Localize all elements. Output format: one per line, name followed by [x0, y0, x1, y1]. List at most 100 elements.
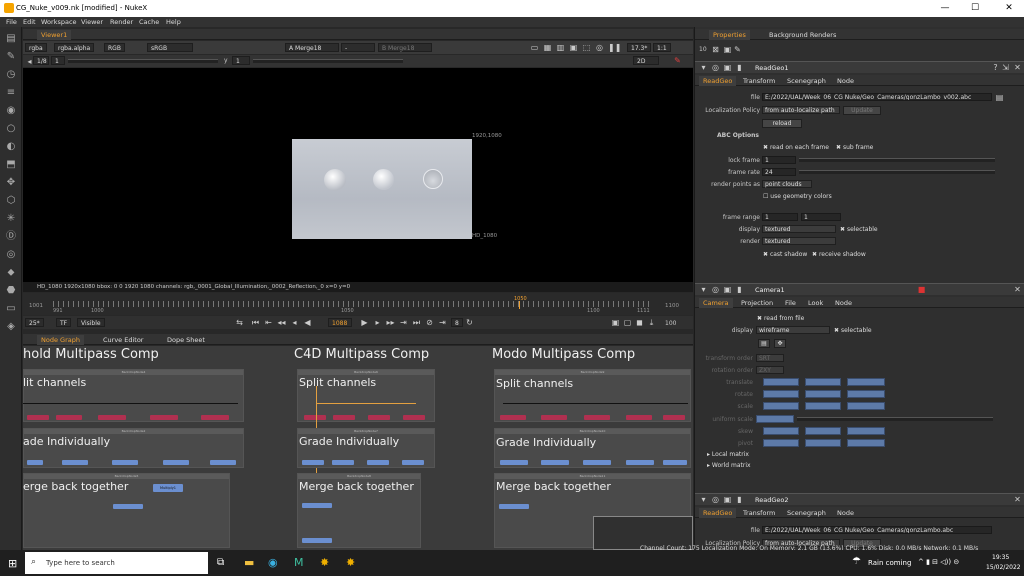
grade-node[interactable] [402, 460, 424, 465]
menu-help[interactable]: Help [166, 18, 181, 26]
transform-order-dropdown[interactable]: SRT [756, 354, 784, 362]
increment-field[interactable]: 8 [451, 318, 463, 327]
grade-node[interactable] [27, 460, 43, 465]
menu-file[interactable]: File [6, 18, 17, 26]
lock-icon[interactable]: ◎ [595, 43, 604, 52]
merge-node[interactable] [499, 504, 529, 509]
tab-node[interactable]: Node [833, 76, 858, 86]
grade-node[interactable] [583, 460, 611, 465]
translate-x[interactable] [763, 378, 799, 386]
lock-panels-icon[interactable]: ▣ [723, 45, 732, 54]
tab-readgeo[interactable]: ReadGeo [699, 76, 737, 86]
shuffle-node[interactable] [541, 415, 567, 420]
viewer-canvas[interactable]: 1920,1080 HD_1080 [23, 68, 693, 282]
shuffle-node[interactable] [333, 415, 355, 420]
time-tool-icon[interactable]: ◷ [5, 69, 17, 81]
menu-render[interactable]: Render [110, 18, 133, 26]
grade-node[interactable] [302, 460, 324, 465]
minimize-button[interactable]: — [930, 1, 960, 16]
use-geometry-colors-checkbox[interactable]: ☐ use geometry colors [763, 193, 832, 200]
frame-rate-slider[interactable] [799, 170, 995, 174]
selectable-checkbox[interactable]: ✖ selectable [840, 226, 878, 233]
local-matrix-toggle[interactable]: ▸ Local matrix [707, 451, 749, 458]
frame-step-field[interactable]: 1 [51, 56, 65, 65]
step-forward-increment-icon[interactable]: ▸▸ [386, 318, 395, 327]
policy-dropdown[interactable]: from auto-localize path [762, 106, 840, 114]
uniform-scale-slider[interactable] [797, 417, 993, 421]
tab-look[interactable]: Look [804, 298, 827, 308]
paint-icon[interactable]: ✎ [673, 56, 682, 65]
bounce-icon[interactable]: ↻ [465, 318, 474, 327]
view-node-icon[interactable]: ◎ [711, 495, 720, 504]
skew-y[interactable] [805, 427, 841, 435]
camera1-header[interactable]: ▾ ◎ ▣ ▮ Camera1 ■ ✕ [695, 283, 1024, 295]
snapshot-icon[interactable]: ▣ [569, 43, 578, 52]
overlay-icon[interactable]: ⬚ [582, 43, 591, 52]
node-graph[interactable]: hold Multipass Comp C4D Multipass Comp M… [23, 346, 693, 550]
start-icon[interactable]: ⊞ [8, 557, 17, 570]
lut-dropdown[interactable]: sRGB [147, 43, 193, 52]
pin-icon[interactable]: ✎ [733, 45, 742, 54]
gamma-field[interactable]: 1 [232, 56, 250, 65]
node-color-icon[interactable]: ▮ [735, 285, 744, 294]
fps-dropdown[interactable]: 25* [25, 318, 44, 327]
alpha-dropdown[interactable]: rgba.alpha [54, 43, 95, 52]
shuffle-node[interactable] [150, 415, 178, 420]
view-2d-dropdown[interactable]: 2D [633, 56, 659, 65]
axis-button[interactable]: ✥ [774, 339, 786, 348]
shuffle-node[interactable] [403, 415, 425, 420]
prev-key-icon[interactable]: ⇤ [264, 318, 273, 327]
collapse-icon[interactable]: ▾ [699, 63, 708, 72]
frame-range-end[interactable]: 1 [801, 213, 841, 221]
update-button[interactable]: Update [843, 106, 881, 115]
sub-frame-checkbox[interactable]: ✖ sub frame [836, 144, 873, 151]
readgeo2-name[interactable]: ReadGeo2 [755, 496, 788, 504]
camera-selectable-checkbox[interactable]: ✖ selectable [834, 327, 872, 334]
tab-readgeo[interactable]: ReadGeo [699, 508, 737, 518]
skew-z[interactable] [847, 427, 885, 435]
world-matrix-toggle[interactable]: ▸ World matrix [707, 462, 751, 469]
playhead[interactable] [519, 301, 520, 309]
other-tool-icon[interactable]: ▭ [5, 303, 17, 315]
read-each-frame-checkbox[interactable]: ✖ read on each frame [763, 144, 829, 151]
close-panel-icon[interactable]: ✕ [1013, 495, 1022, 504]
grade-node[interactable] [62, 460, 88, 465]
readgeo2-header[interactable]: ▾ ◎ ▣ ▮ ReadGeo2 ✕ [695, 493, 1024, 505]
shuffle-node[interactable] [304, 415, 326, 420]
roi-icon[interactable]: ▦ [543, 43, 552, 52]
tray-icons[interactable]: ^ ▮ ⊟ ◁)) ⊝ [918, 558, 959, 566]
grade-node[interactable] [163, 460, 189, 465]
colorspace-dropdown[interactable]: RGB [104, 43, 125, 52]
metadata-tool-icon[interactable]: ⬥ [5, 267, 17, 279]
maximize-button[interactable]: ☐ [960, 1, 990, 16]
menu-cache[interactable]: Cache [139, 18, 159, 26]
scale-z[interactable] [847, 402, 885, 410]
channels-dropdown[interactable]: rgba [25, 43, 47, 52]
play-backward-icon[interactable]: ◀ [303, 318, 312, 327]
rotation-order-dropdown[interactable]: ZXY [756, 366, 784, 374]
camera-display-dropdown[interactable]: wireframe [756, 326, 830, 334]
filter-tool-icon[interactable]: ○ [5, 123, 17, 135]
toolsets-tool-icon[interactable]: ⬣ [5, 285, 17, 297]
center-node-icon[interactable]: ▣ [723, 63, 732, 72]
shuffle-node[interactable] [584, 415, 610, 420]
maya-icon[interactable]: M [294, 556, 304, 569]
tab-transform[interactable]: Transform [739, 76, 779, 86]
3d-tool-icon[interactable]: ⬡ [5, 195, 17, 207]
gamma-slider[interactable] [253, 59, 403, 63]
file-explorer-icon[interactable]: ▬ [244, 556, 254, 569]
frame-rate-input[interactable]: 24 [762, 168, 796, 176]
grade-node[interactable] [626, 460, 654, 465]
translate-y[interactable] [805, 378, 841, 386]
close-button[interactable]: ✕ [994, 1, 1024, 16]
lock-frame-slider[interactable] [799, 158, 995, 162]
menu-viewer[interactable]: Viewer [81, 18, 103, 26]
uniform-scale-input[interactable] [756, 415, 794, 423]
tab-properties[interactable]: Properties [709, 30, 750, 40]
furnace-tool-icon[interactable]: ◈ [5, 321, 17, 333]
tab-transform[interactable]: Transform [739, 508, 779, 518]
camera1-name[interactable]: Camera1 [755, 286, 785, 294]
step-back-icon[interactable]: ◂ [290, 318, 299, 327]
current-frame-marker[interactable]: 1050 [514, 296, 527, 302]
loop-icon[interactable]: ⇆ [235, 318, 244, 327]
